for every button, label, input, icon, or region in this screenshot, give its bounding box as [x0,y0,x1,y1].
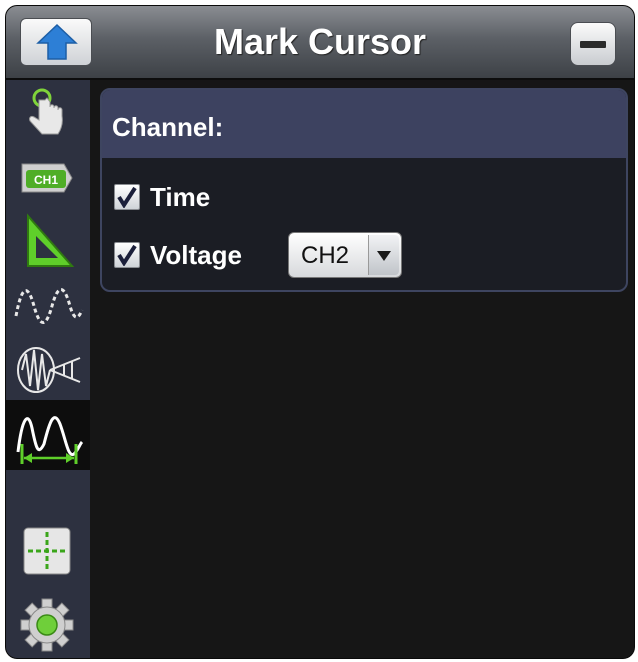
checkmark-icon [117,244,137,266]
crosshair-icon [23,527,71,575]
sidebar-item-waveform[interactable] [6,272,90,336]
touch-hand-icon [29,88,63,135]
mark-cursor-window: Mark Cursor CH1 Channel: Time Voltage CH… [5,5,635,659]
chevron-down-icon [377,251,391,261]
voltage-label: Voltage [150,240,242,270]
sidebar-item-crosshair[interactable] [6,520,90,584]
checkmark-icon [117,186,137,208]
sine-wave-icon [14,288,84,324]
voltage-channel-select[interactable]: CH2 [288,232,402,278]
sidebar-item-channel[interactable]: CH1 [6,144,90,208]
back-up-button[interactable] [20,18,92,66]
minimize-button[interactable] [570,22,616,66]
cursor-measure-wave-icon [16,416,84,464]
voltage-checkbox[interactable] [114,242,140,268]
gear-icon [20,598,74,652]
ch1-channel-icon: CH1 [21,163,73,193]
channel-panel-header: Channel: [102,90,626,158]
sidebar-item-touch[interactable] [6,80,90,144]
sidebar-item-measure[interactable] [6,208,90,272]
svg-text:CH1: CH1 [34,173,58,187]
sidebar-item-fft[interactable] [6,336,90,400]
function-sidebar: CH1 [6,80,90,658]
sidebar-item-settings[interactable] [6,588,90,658]
minimize-icon [580,41,606,48]
window-title: Mark Cursor [213,21,427,62]
up-arrow-icon [36,23,78,60]
sidebar-item-cursor[interactable] [6,400,90,470]
channel-panel: Channel: Time Voltage CH2 [100,88,628,292]
triangle-ruler-icon [27,213,75,267]
fft-waveform-icon [17,347,81,393]
channel-label: Channel: [112,112,224,142]
time-label: Time [150,182,211,212]
main-content: Channel: Time Voltage CH2 [90,80,634,658]
time-checkbox[interactable] [114,184,140,210]
title-bar: Mark Cursor [6,6,634,80]
dropdown-button[interactable] [368,235,399,275]
voltage-channel-value: CH2 [301,242,350,269]
